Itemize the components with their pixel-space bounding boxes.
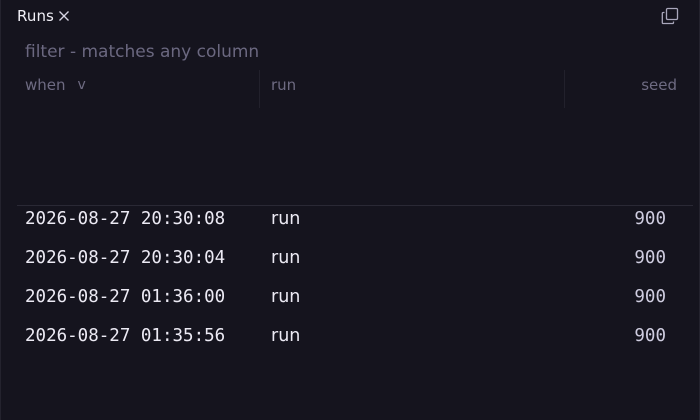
cell-seed: 900 (634, 326, 666, 346)
table-row[interactable]: 2026-08-27 20:30:08 run 900 (1, 206, 700, 245)
cell-when: 2026-08-27 01:36:00 (25, 287, 226, 307)
column-header-seed-label: seed (641, 76, 677, 94)
column-header-when[interactable]: when v (25, 74, 255, 96)
column-header-when-label: when (25, 76, 66, 94)
cell-seed: 900 (634, 248, 666, 268)
cell-when: 2026-08-27 20:30:04 (25, 248, 226, 268)
column-header-run-label: run (271, 76, 297, 94)
column-resize-handle[interactable] (564, 70, 565, 108)
cell-run: run (271, 248, 301, 268)
cell-run: run (271, 209, 301, 229)
popout-icon[interactable] (661, 7, 679, 25)
cell-run: run (271, 287, 301, 307)
table-row[interactable]: 2026-08-27 01:36:00 run 900 (1, 284, 700, 323)
filter-input[interactable] (25, 40, 665, 64)
column-resize-handle[interactable] (259, 70, 260, 108)
sort-descending-icon: v (77, 77, 86, 93)
cell-seed: 900 (634, 287, 666, 307)
cell-seed: 900 (634, 209, 666, 229)
cell-when: 2026-08-27 01:35:56 (25, 326, 226, 346)
close-icon[interactable] (58, 10, 70, 22)
tab-label: Runs (17, 7, 54, 25)
cell-run: run (271, 326, 301, 346)
table-row[interactable]: 2026-08-27 20:30:04 run 900 (1, 245, 700, 284)
column-header-run[interactable]: run (271, 74, 551, 96)
runs-panel: Runs when v run seed 2026-08-27 (0, 0, 700, 420)
tab-runs[interactable]: Runs (17, 5, 70, 27)
tab-bar: Runs (1, 0, 700, 32)
column-header-seed[interactable]: seed (571, 74, 677, 96)
table-row[interactable]: 2026-08-27 01:35:56 run 900 (1, 323, 700, 362)
cell-when: 2026-08-27 20:30:08 (25, 209, 226, 229)
